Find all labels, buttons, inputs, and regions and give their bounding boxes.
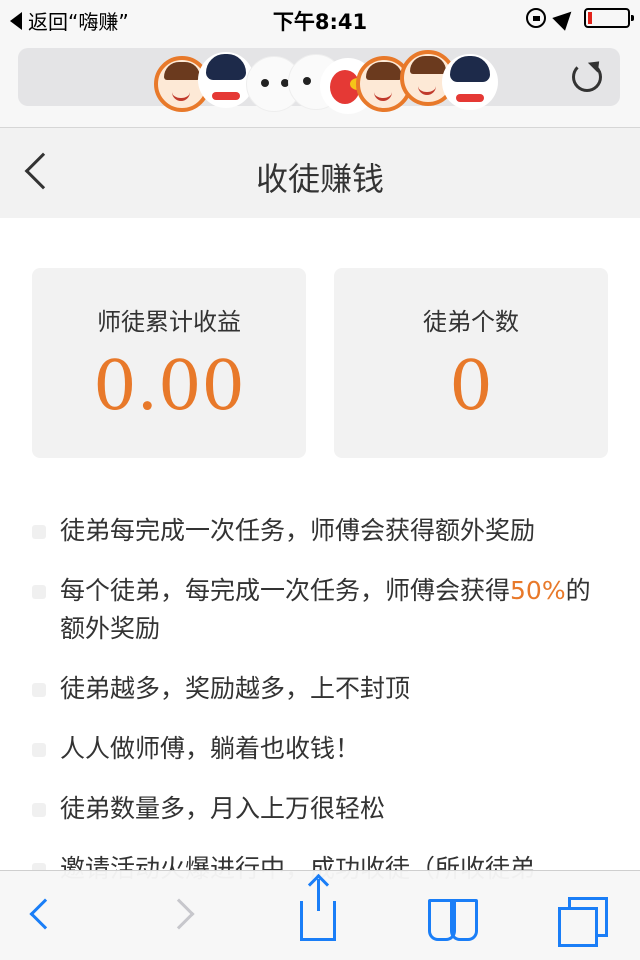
address-field[interactable] [18,48,620,114]
bookmarks-icon[interactable] [428,899,478,941]
total-earnings-card: 师徒累计收益 0.00 [32,268,306,458]
rule-text: 人人做师傅，躺着也收钱！ [60,734,361,763]
page-header: 收徒赚钱 [0,128,640,218]
location-arrow-icon [552,5,578,31]
rotation-lock-icon [526,8,546,28]
penguin-avatar-icon [442,54,498,110]
reload-icon[interactable] [572,62,602,92]
share-icon[interactable] [300,879,336,941]
back-icon[interactable] [29,898,61,930]
reward-rules-list: 徒弟每完成一次任务，师傅会获得额外奖励 每个徒弟，每完成一次任务，师傅会获得50… [32,512,612,910]
bullet-icon [32,525,46,539]
rule-text: 徒弟越多，奖励越多，上不封顶 [60,674,411,703]
browser-toolbar [0,870,640,960]
browser-address-bar [0,40,640,128]
apprentice-count-card: 徒弟个数 0 [334,268,608,458]
list-item: 徒弟越多，奖励越多，上不封顶 [32,670,612,708]
stats-cards: 师徒累计收益 0.00 徒弟个数 0 [32,268,608,458]
bullet-icon [32,743,46,757]
list-item: 每个徒弟，每完成一次任务，师傅会获得50%的额外奖励 [32,572,612,648]
list-item: 徒弟每完成一次任务，师傅会获得额外奖励 [32,512,612,550]
bullet-icon [32,683,46,697]
sticker-overlay [138,50,518,114]
apprentice-count-value: 0 [449,347,493,426]
list-item: 人人做师傅，躺着也收钱！ [32,730,612,768]
page-title: 收徒赚钱 [255,160,384,198]
total-earnings-value: 0.00 [93,347,245,426]
bullet-icon [32,803,46,817]
rule-text: 每个徒弟，每完成一次任务，师傅会获得 [60,576,511,605]
bullet-icon [32,585,46,599]
tabs-icon[interactable] [558,897,608,947]
status-bar: 返回“嗨赚” 下午8:41 [0,0,640,40]
forward-icon[interactable] [163,898,195,930]
rule-text: 徒弟每完成一次任务，师傅会获得额外奖励 [60,516,536,545]
battery-icon [584,8,634,28]
rule-highlight-percent: 50% [510,576,566,605]
apprentice-count-label: 徒弟个数 [423,308,519,336]
status-icons [526,5,634,31]
total-earnings-label: 师徒累计收益 [97,308,241,336]
rule-text: 徒弟数量多，月入上万很轻松 [60,794,386,823]
list-item: 徒弟数量多，月入上万很轻松 [32,790,612,828]
